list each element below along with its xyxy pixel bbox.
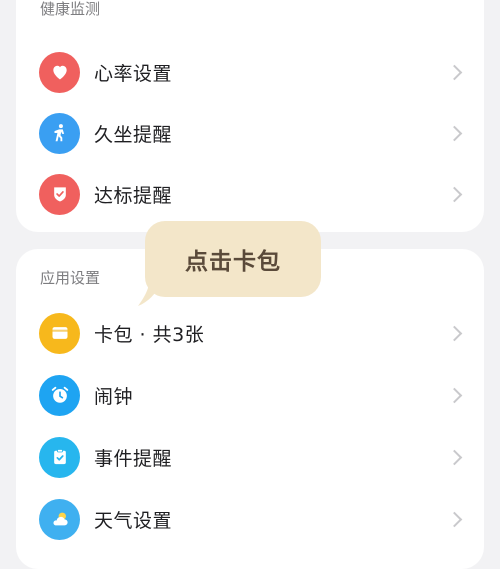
row-label: 心率设置: [94, 62, 173, 85]
health-monitor-card: 健康监测 心率设置 久坐提醒 达标提醒: [16, 0, 484, 232]
row-label: 卡包 · 共3张: [94, 323, 205, 346]
heart-rate-settings-row[interactable]: 心率设置: [16, 44, 484, 100]
weather-icon: [39, 498, 80, 540]
chevron-right-icon: [446, 449, 463, 465]
row-label: 达标提醒: [94, 184, 173, 207]
app-settings-card: 应用设置 卡包 · 共3张 闹钟 事件提醒 天气设置: [16, 249, 484, 569]
shield-check-icon: [39, 173, 80, 215]
row-label: 闹钟: [94, 385, 134, 408]
goal-reminder-row[interactable]: 达标提醒: [16, 166, 484, 222]
chevron-right-icon: [446, 387, 463, 403]
heart-icon: [39, 51, 80, 93]
chevron-right-icon: [446, 325, 463, 341]
chevron-right-icon: [446, 125, 463, 141]
chevron-right-icon: [446, 511, 463, 527]
row-label: 天气设置: [94, 509, 173, 532]
tooltip-text: 点击卡包: [185, 249, 281, 275]
person-walking-icon: [39, 112, 80, 154]
chevron-right-icon: [446, 64, 463, 80]
row-label: 久坐提醒: [94, 123, 173, 146]
event-reminder-row[interactable]: 事件提醒: [16, 429, 484, 485]
alarm-clock-icon: [39, 374, 80, 416]
section-title-apps: 应用设置: [40, 269, 101, 287]
alarm-row[interactable]: 闹钟: [16, 367, 484, 423]
clipboard-check-icon: [39, 436, 80, 478]
tooltip-bubble: 点击卡包: [145, 221, 321, 297]
row-label: 事件提醒: [94, 447, 173, 470]
section-title-health: 健康监测: [40, 0, 101, 18]
sedentary-reminder-row[interactable]: 久坐提醒: [16, 105, 484, 161]
card-wallet-row[interactable]: 卡包 · 共3张: [16, 305, 484, 361]
wallet-card-icon: [39, 312, 80, 354]
chevron-right-icon: [446, 186, 463, 202]
weather-settings-row[interactable]: 天气设置: [16, 491, 484, 547]
